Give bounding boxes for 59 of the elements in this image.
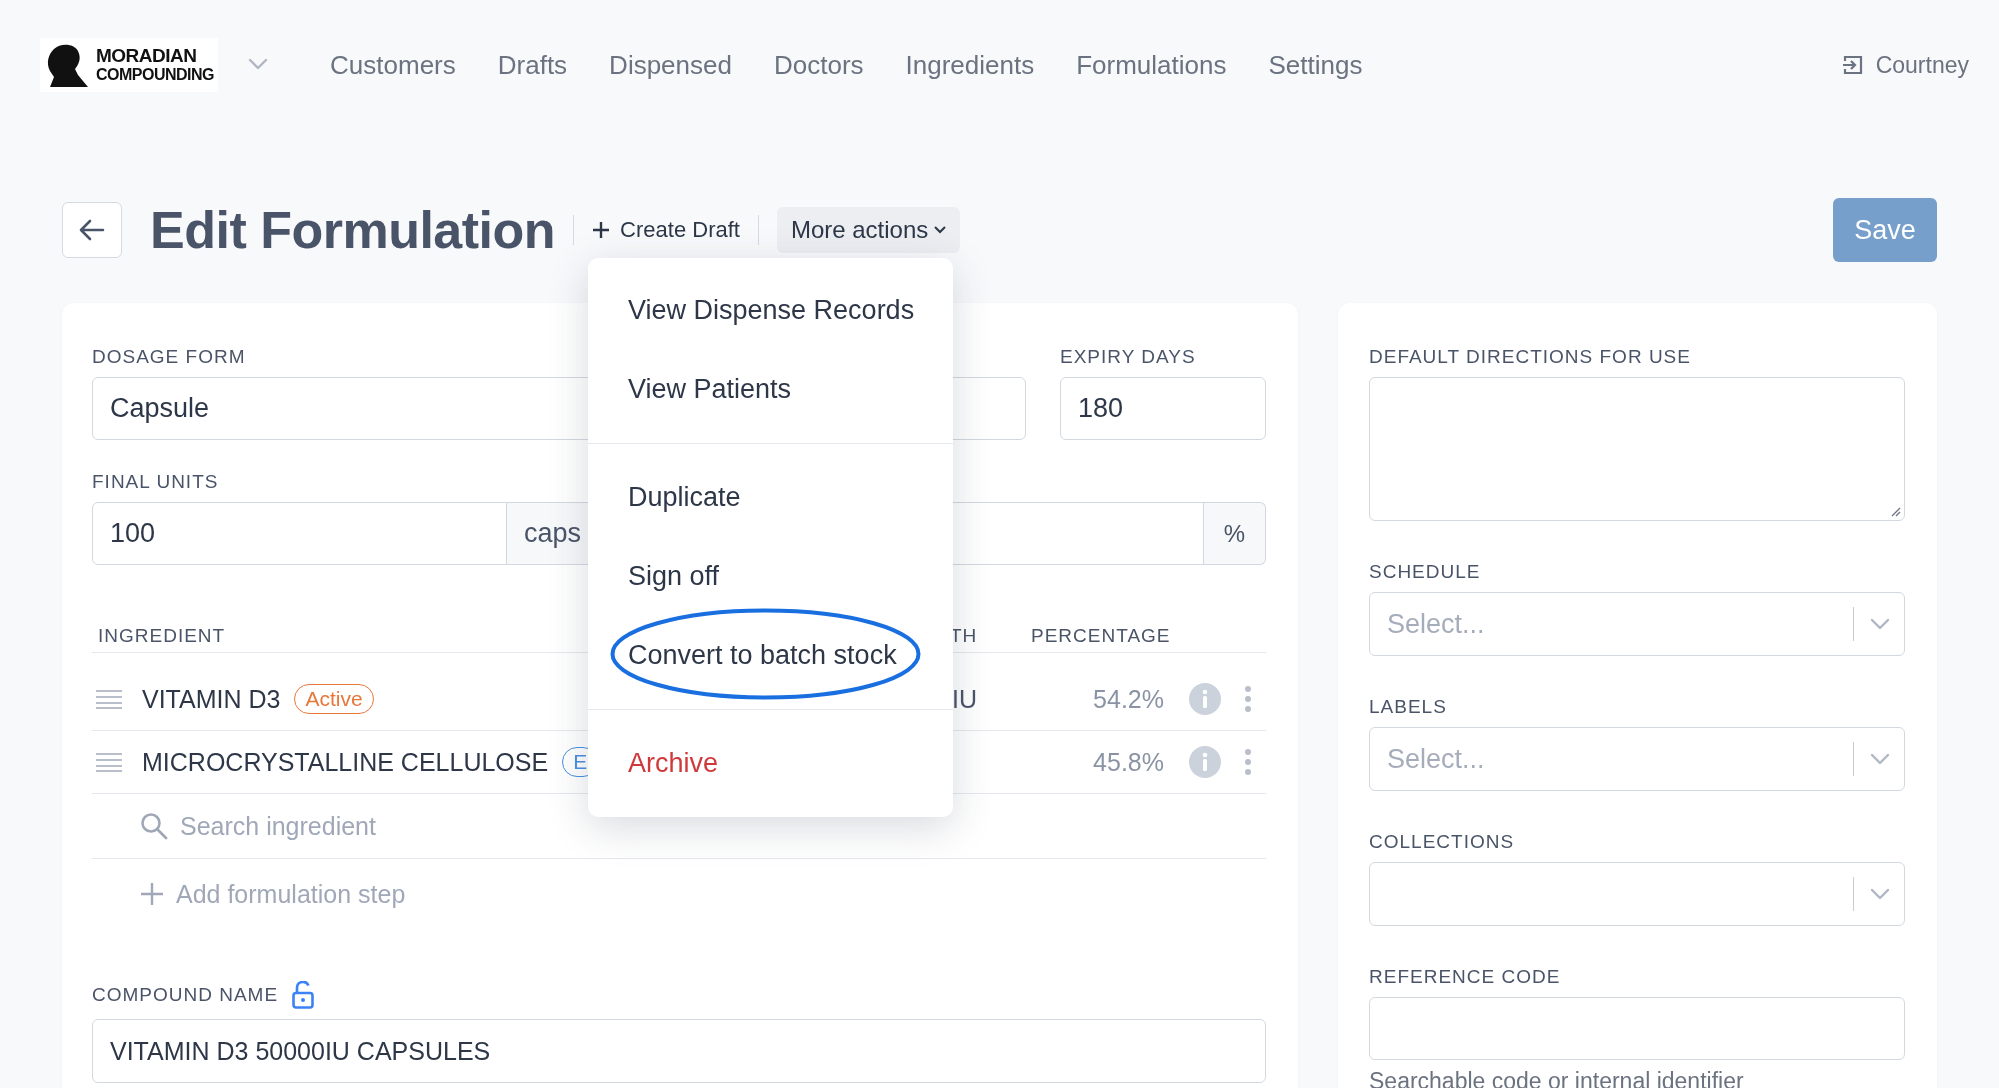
ingredient-name: VITAMIN D3 xyxy=(142,684,281,714)
nav-link[interactable]: Ingredients xyxy=(905,49,1035,81)
drag-handle-icon[interactable] xyxy=(96,752,122,772)
nav-link[interactable]: Customers xyxy=(330,49,456,81)
field-label: DEFAULT DIRECTIONS FOR USE xyxy=(1369,347,1692,367)
more-icon[interactable] xyxy=(1244,748,1252,776)
column-header: INGREDIENT xyxy=(97,625,227,647)
strength-cell-text: IU xyxy=(951,684,978,714)
page-title: Edit Formulation xyxy=(150,200,556,260)
menu-item[interactable]: View Dispense Records xyxy=(588,271,953,350)
logo-text: COMPOUNDING xyxy=(96,65,215,84)
percentage-cell-text: 54.2% xyxy=(1092,684,1165,714)
more-icon[interactable] xyxy=(1244,685,1252,713)
chevron-down-icon xyxy=(248,58,269,70)
plus-icon xyxy=(140,882,164,906)
compound-name-field[interactable]: VITAMIN D3 50000IU CAPSULES xyxy=(92,1019,1266,1083)
info-icon[interactable] xyxy=(1189,746,1221,778)
more-actions-button[interactable]: More actions xyxy=(776,207,961,253)
logo-text: MORADIAN xyxy=(96,46,198,65)
logo[interactable]: MORADIAN COMPOUNDING xyxy=(40,38,219,92)
reference-code-field[interactable] xyxy=(1369,997,1905,1060)
field-label: LABELS xyxy=(1369,697,1448,717)
field-label: SCHEDULE xyxy=(1369,562,1482,582)
drag-handle-icon[interactable] xyxy=(96,689,122,709)
nav-link[interactable]: Dispensed xyxy=(609,49,732,81)
caret-icon xyxy=(934,226,947,234)
field-label: DOSAGE FORM xyxy=(92,347,247,367)
create-draft-button[interactable]: Create Draft xyxy=(592,217,740,243)
chevron-down-icon xyxy=(1870,753,1890,765)
sign-in-icon xyxy=(1841,54,1864,76)
user-link[interactable]: Courtney xyxy=(1835,50,1975,80)
field-label: REFERENCE CODE xyxy=(1369,967,1562,987)
ingredient-name: MICROCRYSTALLINE CELLULOSE xyxy=(142,747,549,777)
search-icon xyxy=(140,812,168,840)
directions-field[interactable] xyxy=(1369,377,1905,521)
percent-addon: % xyxy=(1204,502,1266,565)
chevron-down-icon xyxy=(1870,618,1890,630)
back-button[interactable] xyxy=(62,202,122,258)
nav-link[interactable]: Formulations xyxy=(1076,49,1227,81)
info-icon[interactable] xyxy=(1189,683,1221,715)
nav-link[interactable]: Drafts xyxy=(497,49,568,81)
field-label: EXPIRY DAYS xyxy=(1060,347,1197,367)
plus-icon xyxy=(592,221,611,239)
final-units-field[interactable]: 100 xyxy=(92,502,507,565)
expiry-days-field[interactable]: 180 xyxy=(1060,377,1266,440)
field-label: FINAL UNITS xyxy=(92,472,220,492)
nav-link[interactable]: Doctors xyxy=(773,49,864,81)
search-field[interactable]: Search ingredient xyxy=(180,811,580,841)
field-label: COLLECTIONS xyxy=(1369,832,1516,852)
resize-grip-icon[interactable] xyxy=(1889,505,1901,517)
lock-icon[interactable] xyxy=(292,981,315,1009)
field-label: COMPOUND NAME xyxy=(92,985,279,1005)
arrow-left-icon xyxy=(79,219,105,241)
save-button[interactable]: Save xyxy=(1833,198,1937,262)
nav-link[interactable]: Settings xyxy=(1268,49,1363,81)
select-field[interactable] xyxy=(1369,862,1905,926)
chevron-down-icon xyxy=(1870,888,1890,900)
column-header: PERCENTAGE xyxy=(1030,625,1172,647)
percentage-cell-text: 45.8% xyxy=(1092,747,1165,777)
